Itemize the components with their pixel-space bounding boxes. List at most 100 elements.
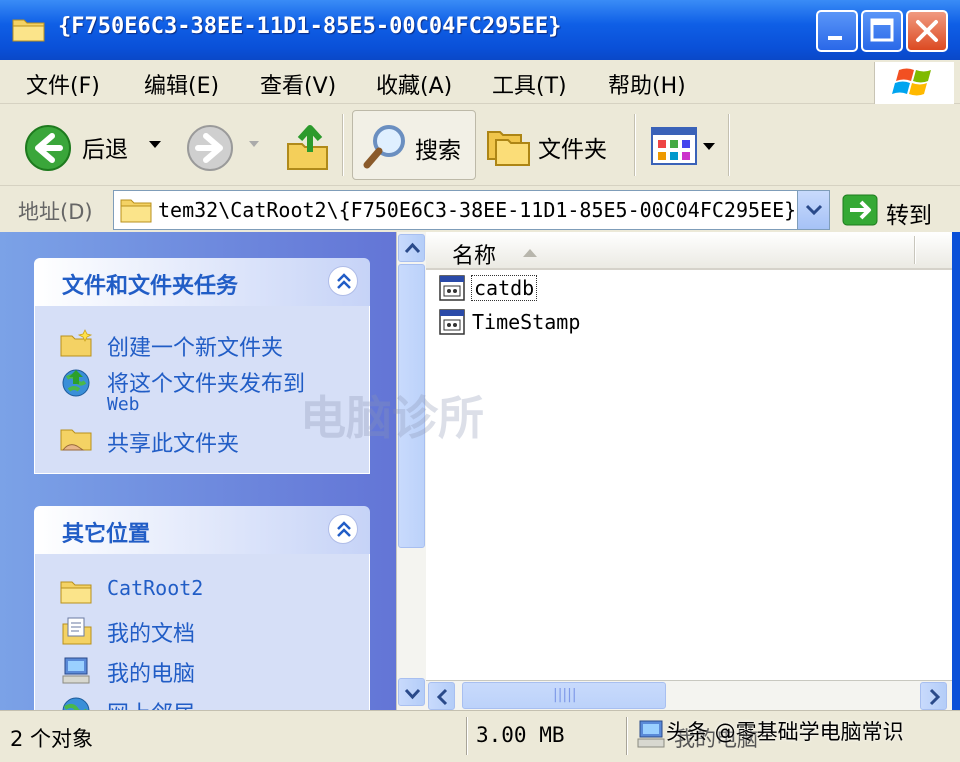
panel-body: CatRoot2 我的文档 我的电脑 网上邻居 xyxy=(34,554,370,710)
forward-dropdown-icon xyxy=(249,141,259,147)
my-computer-icon xyxy=(637,720,665,748)
panel-header[interactable]: 文件和文件夹任务 xyxy=(34,258,370,306)
chevron-up-icon xyxy=(337,521,351,537)
other-places-panel: 其它位置 CatRoot2 我的文档 我的电脑 xyxy=(34,506,370,710)
column-header-bar: 名称 xyxy=(426,232,952,270)
go-arrow-icon xyxy=(842,194,878,226)
my-computer-icon xyxy=(62,657,90,684)
total-size: 3.00 MB xyxy=(476,723,565,747)
title-bar[interactable]: {F750E6C3-38EE-11D1-85E5-00C04FC295EE} xyxy=(0,0,960,60)
menu-edit[interactable]: 编辑(E) xyxy=(144,68,219,100)
views-dropdown-icon xyxy=(703,143,715,150)
folder-icon xyxy=(12,19,45,42)
status-divider xyxy=(626,717,628,755)
close-button[interactable] xyxy=(906,10,948,52)
folder-icon xyxy=(60,581,92,604)
menu-file[interactable]: 文件(F) xyxy=(26,68,100,100)
toolbar-separator xyxy=(728,114,730,176)
menu-favorites[interactable]: 收藏(A) xyxy=(376,68,452,100)
status-divider xyxy=(466,717,468,755)
folders-button[interactable]: 文件夹 xyxy=(482,114,622,178)
window-border xyxy=(952,232,960,710)
system-file-icon xyxy=(439,309,465,335)
forward-button[interactable] xyxy=(182,114,266,178)
back-label: 后退 xyxy=(82,137,128,163)
publish-web-link[interactable]: Web xyxy=(107,394,140,415)
place-link-catroot2[interactable]: CatRoot2 xyxy=(107,576,203,600)
views-icon xyxy=(651,127,697,165)
scroll-left-button[interactable] xyxy=(428,682,455,710)
collapse-button[interactable] xyxy=(328,266,358,296)
scroll-right-button[interactable] xyxy=(920,682,947,710)
grip-icon: ||||| xyxy=(553,687,577,703)
column-header-name[interactable]: 名称 xyxy=(452,238,496,270)
scroll-thumb[interactable]: ||||| xyxy=(462,682,666,709)
explorer-window: {F750E6C3-38EE-11D1-85E5-00C04FC295EE} 文… xyxy=(0,0,960,762)
toolbar-separator xyxy=(342,114,344,176)
create-folder-link[interactable]: 创建一个新文件夹 xyxy=(107,330,283,362)
task-pane: 文件和文件夹任务 创建一个新文件夹 将这个文件夹发布到 Web 共享此文件夹 其… xyxy=(0,232,396,710)
place-link-my-documents[interactable]: 我的文档 xyxy=(107,616,195,648)
new-folder-icon xyxy=(60,329,93,357)
minimize-button[interactable] xyxy=(816,10,858,52)
watermark-text: 电脑诊所 xyxy=(300,391,484,445)
back-arrow-icon xyxy=(25,125,71,171)
vertical-scrollbar[interactable] xyxy=(396,232,426,710)
back-dropdown-icon[interactable] xyxy=(148,140,162,150)
panel-header[interactable]: 其它位置 xyxy=(34,506,370,554)
menu-view[interactable]: 查看(V) xyxy=(260,68,336,100)
collapse-button[interactable] xyxy=(328,514,358,544)
horizontal-scrollbar[interactable]: ||||| xyxy=(426,680,952,710)
object-count: 2 个对象 xyxy=(10,727,94,751)
menu-bar: 文件(F) 编辑(E) 查看(V) 收藏(A) 工具(T) 帮助(H) xyxy=(0,60,960,104)
scroll-up-button[interactable] xyxy=(398,234,425,262)
folders-label: 文件夹 xyxy=(538,137,607,163)
views-button[interactable] xyxy=(646,120,720,172)
forward-arrow-icon xyxy=(187,125,233,171)
place-link-network[interactable]: 网上邻居 xyxy=(107,696,195,710)
go-label: 转到 xyxy=(886,203,932,229)
up-folder-button[interactable] xyxy=(280,114,334,178)
search-button[interactable]: 搜索 xyxy=(352,110,476,180)
publish-web-icon xyxy=(62,369,90,397)
go-button[interactable]: 转到 xyxy=(840,190,950,230)
menu-help[interactable]: 帮助(H) xyxy=(608,68,686,100)
file-list[interactable]: 名称 catdb TimeStamp xyxy=(426,232,952,680)
minimize-icon xyxy=(828,36,842,40)
chevron-right-icon xyxy=(929,688,941,706)
file-name: TimeStamp xyxy=(472,310,581,334)
chevron-down-icon xyxy=(404,688,421,700)
close-icon xyxy=(916,20,938,42)
windows-flag-icon xyxy=(892,68,931,96)
panel-title: 文件和文件夹任务 xyxy=(62,274,239,299)
chevron-up-icon xyxy=(404,242,421,254)
folder-icon xyxy=(120,199,152,223)
network-places-icon xyxy=(62,697,90,710)
address-label: 地址(D) xyxy=(18,200,93,224)
toolbar-separator xyxy=(634,114,636,176)
chevron-left-icon xyxy=(436,688,448,706)
sort-ascending-icon xyxy=(523,249,537,257)
scroll-down-button[interactable] xyxy=(398,678,425,706)
address-dropdown-button[interactable] xyxy=(797,191,829,229)
window-title: {F750E6C3-38EE-11D1-85E5-00C04FC295EE} xyxy=(58,14,562,39)
search-label: 搜索 xyxy=(415,138,461,164)
chevron-up-icon xyxy=(337,273,351,289)
share-folder-link[interactable]: 共享此文件夹 xyxy=(107,426,239,458)
folder-up-icon xyxy=(287,125,328,170)
my-documents-icon xyxy=(62,617,92,645)
brand-watermark: 头条 @零基础学电脑常识 xyxy=(666,720,904,744)
place-link-my-computer[interactable]: 我的电脑 xyxy=(107,656,195,688)
address-input[interactable]: tem32\CatRoot2\{F750E6C3-38EE-11D1-85E5-… xyxy=(113,190,830,230)
panel-title: 其它位置 xyxy=(62,522,151,547)
menu-tools[interactable]: 工具(T) xyxy=(492,68,567,100)
share-folder-icon xyxy=(60,429,92,451)
address-value: tem32\CatRoot2\{F750E6C3-38EE-11D1-85E5-… xyxy=(158,198,797,222)
maximize-button[interactable] xyxy=(861,10,903,52)
chevron-down-icon xyxy=(805,204,823,216)
column-divider[interactable] xyxy=(914,236,916,264)
folders-icon xyxy=(487,131,530,166)
system-file-icon xyxy=(439,275,465,301)
search-icon xyxy=(363,125,405,169)
windows-logo xyxy=(874,62,954,104)
